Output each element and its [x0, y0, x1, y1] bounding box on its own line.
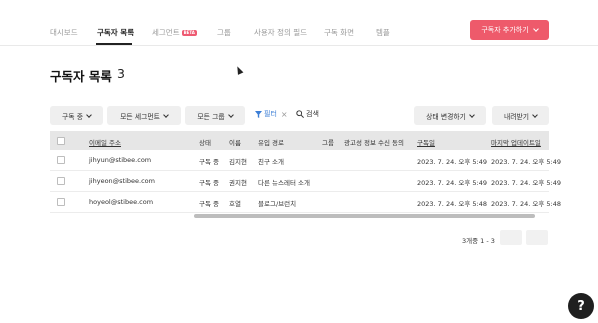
tab-custom-fields[interactable]: 사용자 정의 필드 [254, 27, 307, 38]
filter-label: 필터 [264, 110, 277, 118]
table-row[interactable]: jihyun@stibee.com 구독 중 김지현 친구 소개 2023. 7… [50, 150, 561, 171]
search-label: 검색 [306, 110, 319, 118]
column-consent: 광고성 정보 수신 동의 [344, 139, 405, 147]
row-source: 친구 소개 [258, 158, 284, 166]
tab-subscribe-screen[interactable]: 구독 화면 [324, 27, 354, 38]
row-subscribed: 2023. 7. 24. 오후 5:48 [417, 200, 487, 208]
row-subscribed: 2023. 7. 24. 오후 5:49 [417, 179, 487, 187]
add-subscriber-label: 구독자 추가하기 [481, 26, 529, 34]
column-group: 그룹 [322, 139, 334, 147]
beta-badge: BETA [181, 30, 197, 36]
chevron-down-icon [532, 26, 539, 32]
row-name: 김지현 [229, 158, 247, 166]
row-email[interactable]: jihyeon@stibee.com [89, 177, 155, 185]
change-status-dropdown[interactable]: 상태 변경하기 [414, 106, 486, 125]
column-status: 상태 [199, 139, 211, 147]
row-updated: 2023. 7. 24. 오후 5:49 [491, 158, 561, 166]
row-updated: 2023. 7. 24. 오후 5:48 [491, 200, 561, 208]
chevron-down-icon [86, 111, 92, 118]
row-name: 호열 [229, 200, 241, 208]
row-source: 다른 뉴스레터 소개 [258, 179, 310, 187]
table-row[interactable]: hoyeol@stibee.com 구독 중 호열 블로그/브런치 2023. … [50, 192, 561, 213]
search-icon [296, 110, 304, 118]
subscriber-count: 3 [117, 66, 125, 81]
add-subscriber-button[interactable]: 구독자 추가하기 [470, 20, 549, 40]
close-icon[interactable]: × [281, 110, 288, 119]
tab-segment[interactable]: 세그먼트 BETA [152, 27, 197, 38]
mouse-cursor-icon [234, 65, 244, 75]
export-dropdown[interactable]: 내려받기 [492, 106, 549, 125]
status-dropdown[interactable]: 구독 중 [50, 106, 103, 125]
chevron-down-icon [163, 111, 169, 118]
chevron-down-icon [227, 111, 234, 118]
help-button[interactable]: ? [568, 293, 594, 319]
row-checkbox[interactable] [57, 156, 65, 164]
row-status: 구독 중 [199, 158, 220, 166]
change-status-label: 상태 변경하기 [426, 112, 466, 121]
tab-subscriber-list[interactable]: 구독자 목록 [97, 27, 134, 38]
chevron-down-icon [532, 111, 538, 118]
row-subscribed: 2023. 7. 24. 오후 5:49 [417, 158, 487, 166]
tab-dashboard[interactable]: 대시보드 [50, 27, 78, 38]
filter-button[interactable]: 필터 × [255, 109, 288, 119]
column-subscribed[interactable]: 구독일 [417, 137, 435, 147]
column-name: 이름 [229, 139, 241, 147]
table-row[interactable]: jihyeon@stibee.com 구독 중 권지현 다른 뉴스레터 소개 2… [50, 171, 561, 192]
column-source: 유입 경로 [258, 139, 284, 147]
row-status: 구독 중 [199, 200, 220, 208]
row-updated: 2023. 7. 24. 오후 5:49 [491, 179, 561, 187]
tab-template[interactable]: 템플 [376, 27, 390, 38]
row-name: 권지현 [229, 179, 247, 187]
status-dropdown-label: 구독 중 [62, 112, 83, 121]
row-status: 구독 중 [199, 179, 220, 187]
tab-segment-label: 세그먼트 [152, 28, 180, 37]
group-dropdown-label: 모든 그룹 [197, 112, 225, 121]
search-button[interactable]: 검색 [296, 109, 319, 119]
column-updated[interactable]: 마지막 업데이트일 [491, 137, 541, 147]
export-label: 내려받기 [503, 112, 529, 121]
horizontal-scrollbar[interactable] [194, 214, 535, 218]
segment-dropdown-label: 모든 세그먼트 [120, 112, 160, 121]
group-dropdown[interactable]: 모든 그룹 [185, 106, 245, 125]
page-title: 구독자 목록 [50, 69, 112, 84]
filter-icon [255, 110, 262, 118]
segment-dropdown[interactable]: 모든 세그먼트 [107, 106, 181, 125]
tab-group[interactable]: 그룹 [217, 27, 231, 38]
active-tab-indicator [96, 43, 132, 45]
next-page-button[interactable] [526, 230, 548, 245]
row-checkbox[interactable] [57, 198, 65, 206]
column-email[interactable]: 이메일 주소 [89, 137, 121, 147]
prev-page-button[interactable] [500, 230, 522, 245]
row-email[interactable]: jihyun@stibee.com [89, 156, 151, 164]
pagination-text: 3개중 1 - 3 [462, 237, 495, 245]
chevron-down-icon [469, 111, 475, 118]
row-email[interactable]: hoyeol@stibee.com [89, 198, 153, 206]
table-header: 이메일 주소 상태 이름 유입 경로 그룹 광고성 정보 수신 동의 구독일 마… [50, 131, 549, 150]
row-checkbox[interactable] [57, 177, 65, 185]
select-all-checkbox[interactable] [57, 137, 65, 145]
top-navigation: 대시보드 구독자 목록 세그먼트 BETA 그룹 사용자 정의 필드 구독 화면 … [0, 0, 598, 46]
row-source: 블로그/브런치 [258, 200, 297, 208]
